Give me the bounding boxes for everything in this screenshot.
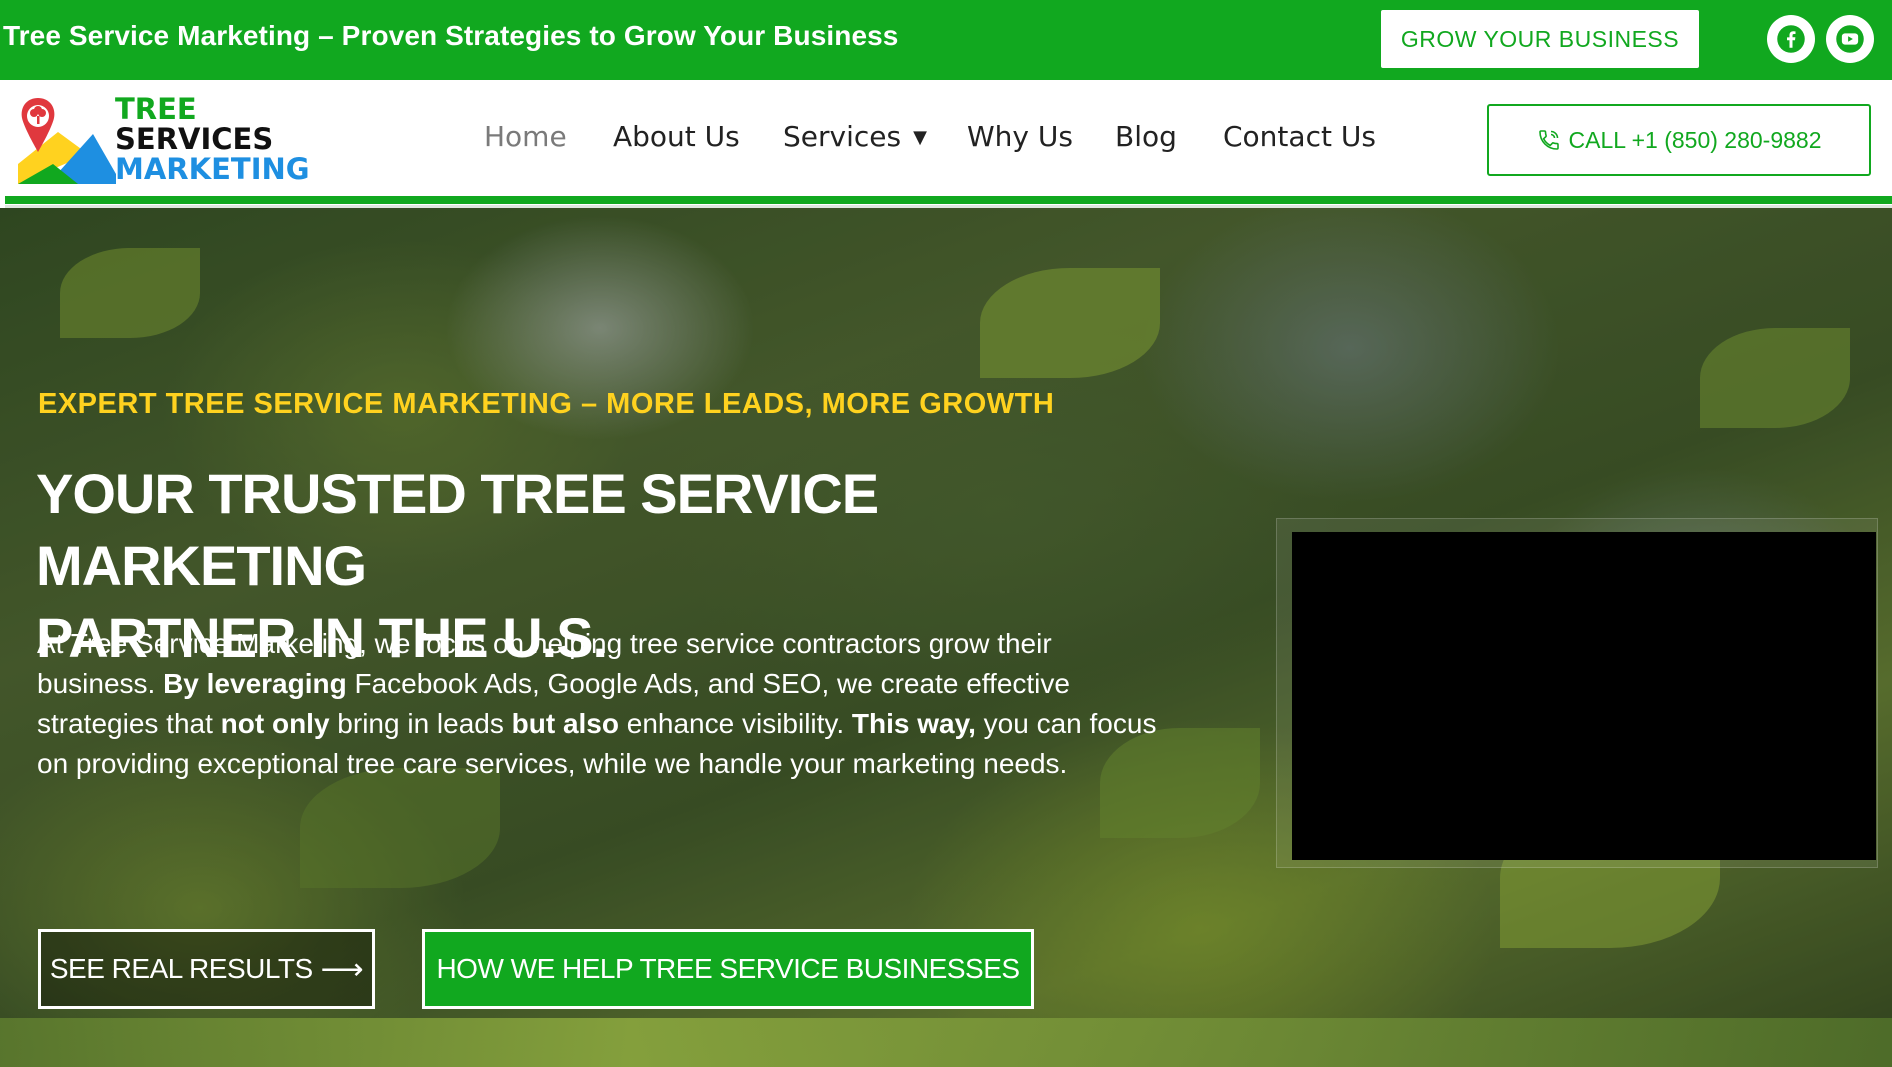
facebook-icon[interactable] bbox=[1767, 15, 1815, 63]
logo-wordmark: TREE SERVICES MARKETING bbox=[115, 94, 310, 184]
how-we-help-button[interactable]: HOW WE HELP TREE SERVICE BUSINESSES bbox=[422, 929, 1034, 1009]
hero-body-text: bring in leads bbox=[329, 708, 512, 739]
nav-why-us[interactable]: Why Us bbox=[967, 120, 1073, 153]
logo-line-services: SERVICES bbox=[115, 122, 274, 156]
call-phone-button[interactable]: CALL +1 (850) 280-9882 bbox=[1487, 104, 1871, 176]
logo-line-tree: TREE bbox=[115, 92, 197, 126]
nav-home[interactable]: Home bbox=[484, 120, 567, 153]
hero-body-bold: but also bbox=[511, 708, 619, 739]
logo-line-marketing: MARKETING bbox=[115, 152, 310, 186]
see-real-results-label: SEE REAL RESULTS bbox=[49, 953, 313, 984]
phone-icon bbox=[1538, 130, 1559, 150]
hero-description: At Tree Service Marketing, we focus on h… bbox=[37, 624, 1157, 784]
nav-services-label: Services bbox=[783, 120, 902, 153]
call-button-label: CALL +1 (850) 280-9882 bbox=[1568, 126, 1822, 153]
nav-blog[interactable]: Blog bbox=[1115, 120, 1177, 153]
hero-title-line-1: YOUR TRUSTED TREE SERVICE MARKETING bbox=[36, 462, 879, 597]
site-logo[interactable]: TREE SERVICES MARKETING bbox=[18, 94, 318, 188]
hero-bottom-strip bbox=[0, 1018, 1892, 1067]
logo-mark-icon bbox=[18, 98, 116, 184]
top-announcement-bar: Tree Service Marketing – Proven Strategi… bbox=[0, 0, 1892, 80]
hero-body-bold: By leveraging bbox=[163, 668, 347, 699]
hero-tagline: EXPERT TREE SERVICE MARKETING – MORE LEA… bbox=[38, 388, 1055, 420]
video-player[interactable] bbox=[1292, 532, 1876, 860]
see-real-results-button[interactable]: SEE REAL RESULTS ⟶ bbox=[38, 929, 375, 1009]
arrow-right-icon: ⟶ bbox=[320, 952, 364, 986]
nav-services[interactable]: Services ▼ bbox=[783, 120, 927, 153]
header-divider bbox=[5, 196, 1892, 204]
hero-body-text: enhance visibility. bbox=[618, 708, 852, 739]
topbar-title: Tree Service Marketing – Proven Strategi… bbox=[3, 20, 899, 51]
chevron-down-icon: ▼ bbox=[913, 127, 927, 148]
hero-body-bold: not only bbox=[220, 708, 330, 739]
nav-contact-us[interactable]: Contact Us bbox=[1223, 120, 1376, 153]
youtube-icon[interactable] bbox=[1826, 15, 1874, 63]
nav-about-us[interactable]: About Us bbox=[613, 120, 740, 153]
hero-body-bold: This way, bbox=[851, 708, 976, 739]
grow-your-business-button[interactable]: GROW YOUR BUSINESS bbox=[1381, 10, 1699, 68]
